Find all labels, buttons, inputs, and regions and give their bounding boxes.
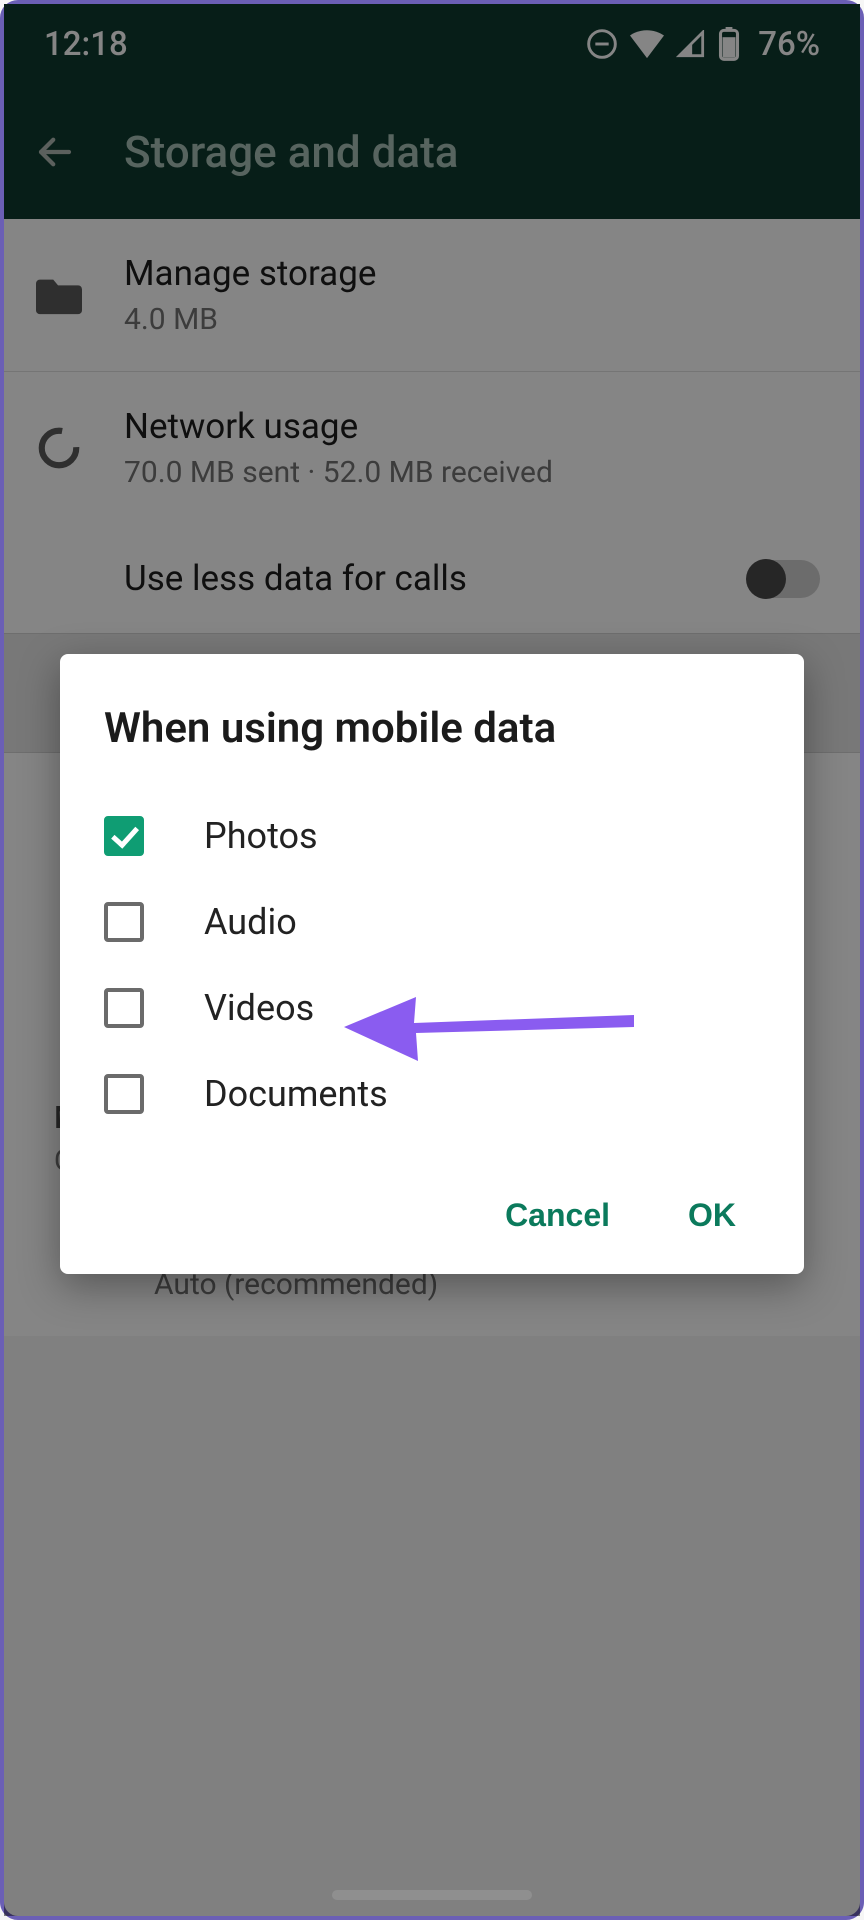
option-videos-label: Videos <box>204 987 314 1029</box>
mobile-data-dialog: When using mobile data Photos Audio Vide… <box>60 654 804 1274</box>
checkbox-documents[interactable] <box>104 1074 144 1114</box>
option-audio-label: Audio <box>204 901 297 943</box>
option-documents[interactable]: Documents <box>104 1051 760 1137</box>
dialog-title: When using mobile data <box>104 704 760 753</box>
checkbox-audio[interactable] <box>104 902 144 942</box>
checkbox-photos[interactable] <box>104 816 144 856</box>
cancel-button[interactable]: Cancel <box>501 1187 614 1244</box>
nav-handle[interactable] <box>332 1890 532 1900</box>
option-photos[interactable]: Photos <box>104 793 760 879</box>
ok-button[interactable]: OK <box>684 1187 740 1244</box>
checkbox-videos[interactable] <box>104 988 144 1028</box>
option-documents-label: Documents <box>204 1073 388 1115</box>
option-videos[interactable]: Videos <box>104 965 760 1051</box>
option-photos-label: Photos <box>204 815 318 857</box>
option-audio[interactable]: Audio <box>104 879 760 965</box>
